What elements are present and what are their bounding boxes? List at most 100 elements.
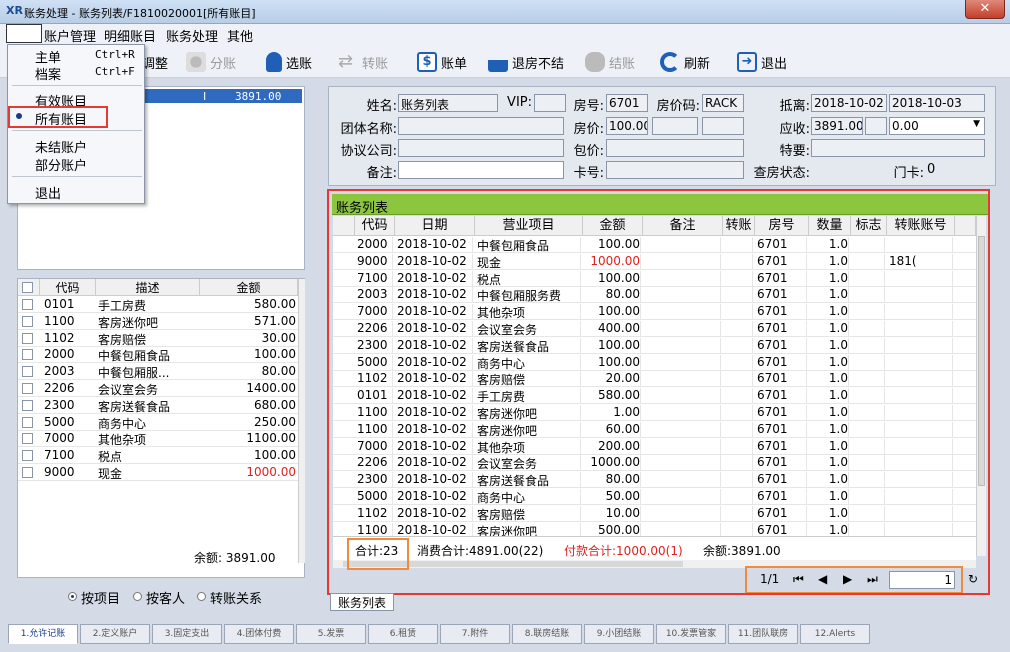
row-checkbox[interactable] (22, 332, 33, 344)
row-checkbox[interactable] (22, 315, 33, 327)
tab-4[interactable]: 4.团体付费 (224, 624, 294, 644)
by-guest-label: 按客人 (146, 592, 186, 607)
tab-7[interactable]: 7.附件 (440, 624, 510, 644)
tab-3[interactable]: 3.固定支出 (152, 624, 222, 644)
tab-2[interactable]: 2.定义账户 (80, 624, 150, 644)
tab-1[interactable]: 1.允许记账 (8, 624, 78, 644)
row-checkbox[interactable] (22, 399, 33, 411)
menu-bar: 文件 账户管理 明细账目 账务处理 其他 (0, 24, 1010, 45)
tab-10[interactable]: 10.发票管家 (656, 624, 726, 644)
row-checkbox[interactable] (22, 450, 33, 462)
item-desc: 商务中心 (98, 416, 147, 431)
left-scrollbar[interactable] (298, 279, 305, 563)
row-checkbox[interactable] (22, 366, 33, 378)
table-row[interactable]: 7000 其他杂项 1100.00 (18, 430, 298, 448)
rate-code-label: 房价码: (656, 99, 700, 114)
vip-field[interactable] (534, 94, 566, 112)
ledger-bottom-tab[interactable]: 账务列表 (330, 593, 394, 611)
menu-accounting[interactable]: 账务处理 (166, 26, 218, 45)
item-desc: 手工房费 (98, 299, 147, 313)
bill-button[interactable]: $ 账单 (417, 50, 467, 74)
select-account-button[interactable]: 选账 (266, 50, 312, 74)
account-row-selected[interactable]: I 3891.00 (144, 89, 302, 103)
menu-item-partial[interactable]: 部分账户 (35, 155, 87, 174)
row-checkbox[interactable] (22, 383, 33, 394)
item-code: 1102 (44, 330, 75, 345)
tab-8[interactable]: 8.联房结账 (512, 624, 582, 644)
by-guest-radio[interactable] (133, 592, 142, 601)
room-field[interactable]: 6701 (606, 94, 648, 112)
row-checkbox[interactable] (22, 467, 33, 478)
tab-11[interactable]: 11.团队联房 (728, 624, 798, 644)
receivable-mid-field[interactable] (865, 117, 887, 135)
table-row[interactable]: 1100 客房迷你吧 571.00 (18, 313, 298, 330)
table-row[interactable]: 2003 中餐包厢服... 80.00 (18, 363, 298, 381)
tab-5[interactable]: 5.发票 (296, 624, 366, 644)
item-code: 2300 (44, 397, 75, 412)
rate-code-field[interactable]: RACK (702, 94, 744, 112)
row-checkbox[interactable] (22, 299, 33, 310)
menu-item-unsettled[interactable]: 未结账户 (35, 137, 87, 156)
table-row[interactable]: 2300 客房送餐食品 680.00 (18, 397, 298, 414)
item-desc: 税点 (98, 450, 123, 465)
arrival-field[interactable]: 2018-10-02 (811, 94, 887, 112)
tab-9[interactable]: 9.小团结账 (584, 624, 654, 644)
remark-field[interactable] (398, 161, 564, 179)
departure-field[interactable]: 2018-10-03 (889, 94, 985, 112)
menu-item-archive[interactable]: 档案 (35, 64, 61, 83)
card-label: 卡号: (573, 166, 604, 181)
card-field[interactable] (606, 161, 744, 179)
table-row[interactable]: 2000 中餐包厢食品 100.00 (18, 346, 298, 364)
table-row[interactable]: 2206 会议室会务 1400.00 (18, 380, 298, 397)
group-field[interactable] (398, 117, 564, 135)
dollar-doc-icon: $ (417, 52, 437, 72)
receivable-select[interactable]: 0.00 ▼ (889, 117, 985, 135)
col-code[interactable]: 代码 (40, 279, 96, 296)
table-row[interactable]: 9000 现金 1000.00 (18, 464, 298, 481)
checkout-no-settle-button[interactable]: 退房不结 (488, 50, 564, 74)
refresh-button[interactable]: 刷新 (660, 50, 710, 74)
item-amount: 100.00 (254, 347, 296, 362)
by-transfer-radio[interactable] (197, 592, 206, 601)
tab-6[interactable]: 6.租赁 (368, 624, 438, 644)
company-field[interactable] (398, 139, 564, 157)
settle-button[interactable]: 结账 (585, 50, 635, 74)
select-all-checkbox[interactable] (22, 282, 33, 293)
price-label: 房价: (573, 122, 604, 137)
close-button[interactable]: ✕ (965, 0, 1005, 19)
tab-12[interactable]: 12.Alerts (800, 624, 870, 644)
transfer-button[interactable]: ⇄ 转账 (338, 50, 388, 74)
menu-item-exit[interactable]: 退出 (35, 183, 61, 202)
menu-detail-ledger[interactable]: 明细账目 (104, 26, 156, 45)
app-logo-icon: XR (6, 4, 23, 17)
by-item-radio[interactable] (68, 592, 77, 601)
item-desc: 其他杂项 (98, 433, 147, 448)
item-amount: 680.00 (254, 397, 296, 412)
col-amount[interactable]: 金额 (200, 279, 298, 296)
row-checkbox[interactable] (22, 433, 33, 445)
receivable-field[interactable]: 3891.00 (811, 117, 863, 135)
menu-other[interactable]: 其他 (227, 26, 253, 45)
item-amount: 30.00 (261, 330, 296, 345)
left-balance: 余额: 3891.00 (194, 551, 276, 565)
row-checkbox[interactable] (22, 416, 33, 428)
table-row[interactable]: 0101 手工房费 580.00 (18, 296, 298, 313)
table-row[interactable]: 7100 税点 100.00 (18, 447, 298, 465)
name-field[interactable]: 账务列表 (398, 94, 498, 112)
table-row[interactable]: 5000 商务中心 250.00 (18, 414, 298, 431)
split-button[interactable]: 分账 (186, 50, 236, 74)
exit-button[interactable]: ➜ 退出 (737, 50, 787, 74)
item-desc: 中餐包厢服... (98, 366, 170, 381)
coin-hand-icon (186, 52, 206, 72)
table-row[interactable]: 1102 客房赔偿 30.00 (18, 330, 298, 347)
special-label: 特要: (779, 144, 810, 159)
row-checkbox[interactable] (22, 349, 33, 361)
price-field[interactable]: 100.00 (606, 117, 648, 135)
col-desc[interactable]: 描述 (96, 279, 200, 296)
package-field[interactable] (606, 139, 744, 157)
adjust-button[interactable]: 调整 (142, 50, 168, 74)
price-extra2-field[interactable] (702, 117, 744, 135)
price-extra-field[interactable] (652, 117, 698, 135)
menu-account-manage[interactable]: 账户管理 (44, 26, 96, 45)
special-field[interactable] (811, 139, 985, 157)
